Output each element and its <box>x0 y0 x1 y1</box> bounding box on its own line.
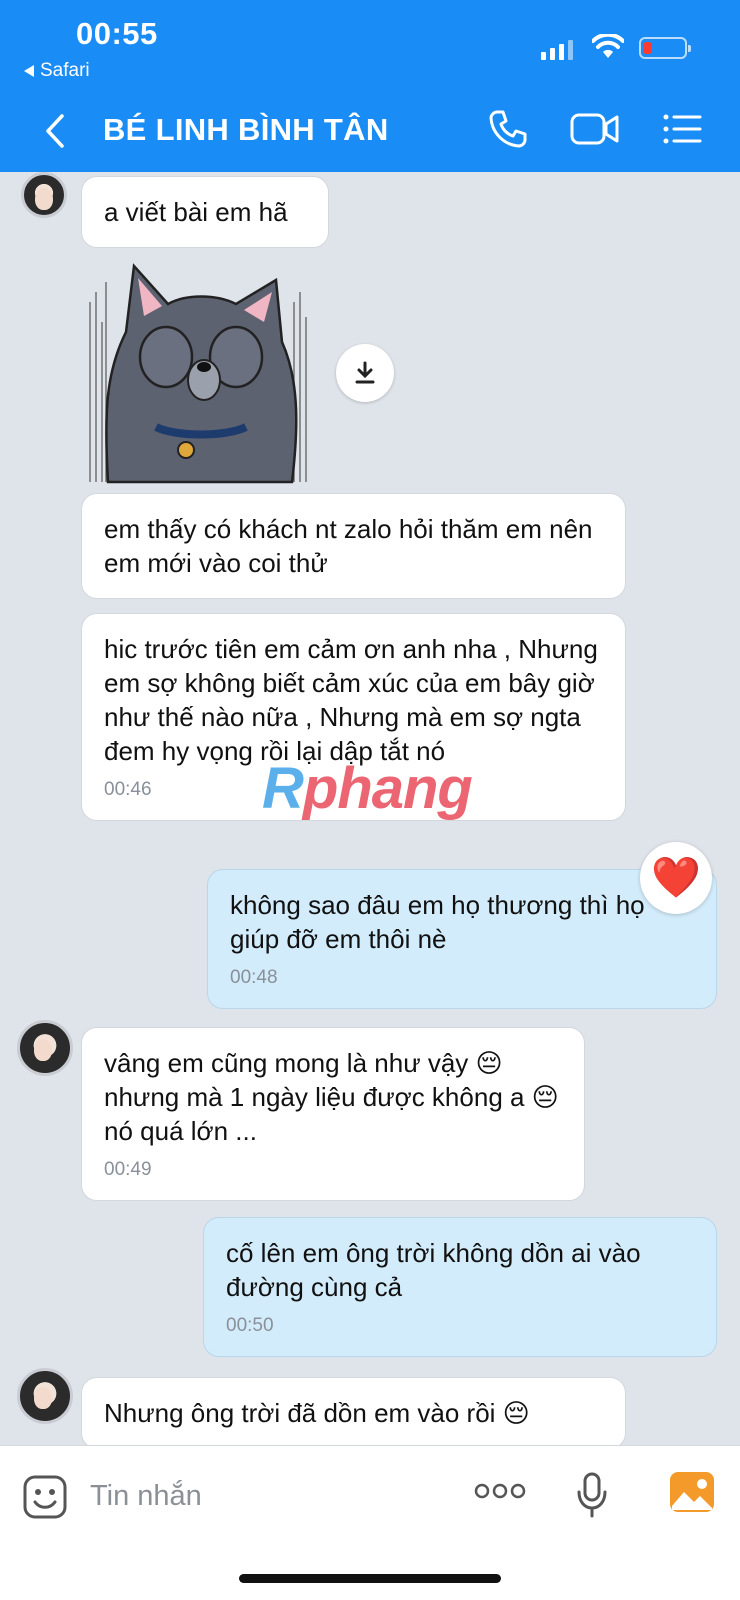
video-camera-icon[interactable] <box>570 109 620 149</box>
message-text: Nhưng ông trời đã dồn em vào rồi 😔 <box>104 1398 530 1428</box>
watermark-logo: Rphang <box>262 756 473 821</box>
top-bar: 00:55 Safari BÉ LINH BÌNH TÂN <box>0 0 740 172</box>
chevron-left-icon[interactable] <box>42 112 68 150</box>
download-icon <box>355 361 375 384</box>
contact-name[interactable]: BÉ LINH BÌNH TÂN <box>103 112 389 148</box>
emoji-sticker-icon[interactable] <box>22 1474 68 1520</box>
list-menu-icon[interactable] <box>662 109 702 149</box>
message-bubble-received[interactable]: Nhưng ông trời đã dồn em vào rồi 😔 <box>81 1377 626 1445</box>
message-bubble-sent[interactable]: không sao đâu em họ thương thì họ giúp đ… <box>207 869 717 1009</box>
message-text: hic trước tiên em cảm ơn anh nha , Nhưng… <box>104 634 598 766</box>
more-dots-icon[interactable] <box>474 1482 526 1500</box>
message-time: 00:49 <box>104 1159 152 1180</box>
heart-reaction-icon[interactable]: ❤️ <box>640 842 712 914</box>
battery-low-icon <box>639 37 691 59</box>
message-bubble-received[interactable]: vâng em cũng mong là như vậy 😔 nhưng mà … <box>81 1027 585 1201</box>
back-app-label: Safari <box>40 60 90 81</box>
image-gallery-icon[interactable] <box>668 1470 716 1514</box>
message-text: a viết bài em hã <box>104 197 288 227</box>
message-bubble-received[interactable]: a viết bài em hã <box>81 176 329 248</box>
message-time: 00:50 <box>226 1315 274 1336</box>
wifi-icon <box>592 34 624 58</box>
microphone-icon[interactable] <box>576 1472 608 1518</box>
message-time: 00:48 <box>230 967 278 988</box>
download-button[interactable] <box>336 344 394 402</box>
message-bubble-received[interactable]: em thấy có khách nt zalo hỏi thăm em nên… <box>81 493 626 599</box>
cat-sticker-image[interactable] <box>86 262 312 484</box>
back-triangle-icon <box>24 65 34 77</box>
home-indicator <box>239 1574 501 1583</box>
status-time: 00:55 <box>76 16 158 51</box>
contact-avatar[interactable] <box>17 1368 73 1424</box>
message-bubble-sent[interactable]: cố lên em ông trời không dồn ai vào đườn… <box>203 1217 717 1357</box>
message-input[interactable]: Tin nhắn <box>90 1480 202 1513</box>
phone-icon[interactable] <box>488 109 528 149</box>
message-text: vâng em cũng mong là như vậy 😔 nhưng mà … <box>104 1048 559 1146</box>
back-to-safari[interactable]: Safari <box>24 60 90 82</box>
chat-area[interactable]: a viết bài em hã em thấy có khách nt zal… <box>0 172 740 1445</box>
message-text: không sao đâu em họ thương thì họ giúp đ… <box>230 890 645 954</box>
cellular-signal-icon <box>541 38 573 60</box>
message-text: em thấy có khách nt zalo hỏi thăm em nên… <box>104 514 593 578</box>
contact-avatar[interactable] <box>21 172 67 218</box>
contact-avatar[interactable] <box>17 1020 73 1076</box>
message-text: cố lên em ông trời không dồn ai vào đườn… <box>226 1238 641 1302</box>
